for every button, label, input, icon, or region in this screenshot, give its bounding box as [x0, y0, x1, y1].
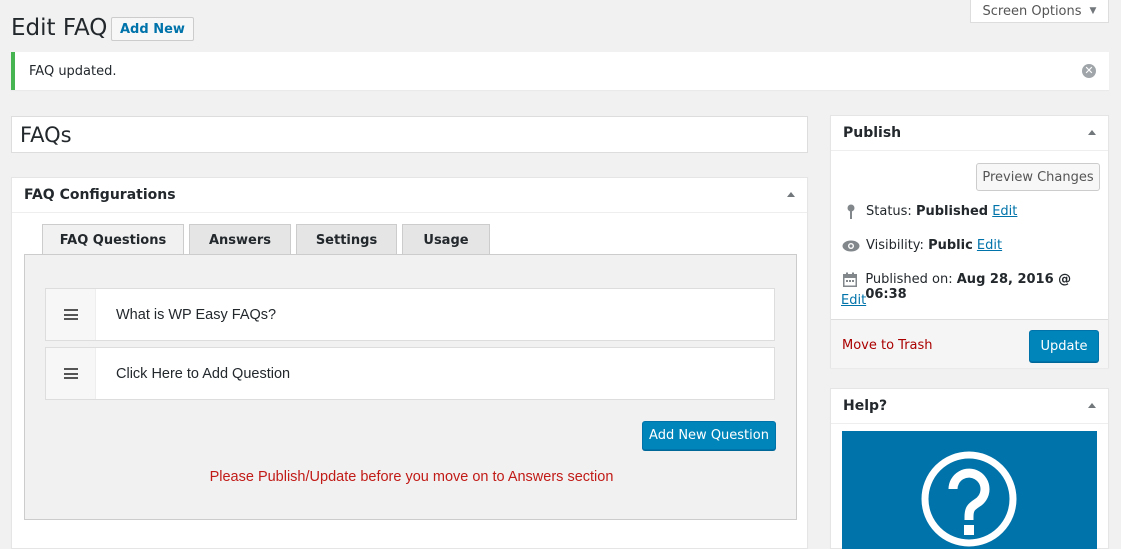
visibility-edit-link[interactable]: Edit: [977, 238, 1002, 253]
question-item[interactable]: Click Here to Add Question: [45, 347, 775, 400]
major-publishing-actions: Move to Trash Update: [831, 319, 1108, 368]
published-on-edit-link[interactable]: Edit: [841, 293, 866, 308]
tab-settings[interactable]: Settings: [296, 224, 397, 255]
update-button[interactable]: Update: [1029, 330, 1099, 362]
calendar-icon: [841, 272, 859, 288]
screen-options-label: Screen Options: [982, 3, 1082, 19]
success-notice: FAQ updated. ✕: [11, 52, 1109, 90]
add-new-question-button[interactable]: Add New Question: [642, 421, 776, 450]
preview-changes-button[interactable]: Preview Changes: [976, 163, 1100, 191]
drag-handle[interactable]: [46, 289, 96, 340]
visibility-row: Visibility: Public Edit: [841, 238, 1002, 254]
hamburger-icon: [63, 368, 78, 379]
collapse-arrow-icon[interactable]: [1088, 130, 1096, 135]
help-box: Help?: [830, 388, 1109, 549]
pin-icon: [841, 204, 860, 220]
post-title-input[interactable]: FAQs: [11, 116, 808, 153]
question-text: Click Here to Add Question: [116, 365, 291, 382]
dismiss-icon[interactable]: ✕: [1082, 64, 1096, 78]
collapse-arrow-icon[interactable]: [1088, 403, 1096, 408]
visibility-label: Visibility:: [866, 238, 924, 253]
tab-usage[interactable]: Usage: [402, 224, 490, 255]
question-item[interactable]: What is WP Easy FAQs?: [45, 288, 775, 341]
faq-tabs: FAQ Questions Answers Settings Usage: [42, 224, 490, 255]
faq-questions-panel: What is WP Easy FAQs? Click Here to Add …: [24, 254, 797, 520]
faq-configurations-title: FAQ Configurations: [24, 187, 176, 203]
notice-message: FAQ updated.: [29, 63, 117, 79]
published-on-label: Published on:: [865, 272, 953, 287]
help-banner-image[interactable]: [842, 431, 1097, 549]
move-to-trash-link[interactable]: Move to Trash: [842, 338, 933, 353]
publish-header[interactable]: Publish: [831, 116, 1108, 151]
status-row: Status: Published Edit: [841, 204, 1017, 220]
published-on-row: Published on: Aug 28, 2016 @ 06:38: [841, 272, 1108, 302]
eye-icon: [841, 238, 860, 254]
status-label: Status:: [866, 204, 912, 219]
tab-answers[interactable]: Answers: [189, 224, 291, 255]
question-mark-icon: [921, 451, 1017, 547]
hamburger-icon: [63, 309, 78, 320]
page-title: Edit FAQ: [11, 15, 108, 41]
publish-title: Publish: [843, 125, 902, 141]
status-edit-link[interactable]: Edit: [992, 204, 1017, 219]
drag-handle[interactable]: [46, 348, 96, 399]
visibility-value: Public: [928, 238, 973, 253]
screen-options-button[interactable]: Screen Options ▼: [970, 0, 1109, 23]
publish-warning-message: Please Publish/Update before you move on…: [209, 469, 614, 485]
status-value: Published: [915, 204, 989, 219]
add-new-button[interactable]: Add New: [111, 17, 194, 41]
help-header[interactable]: Help?: [831, 389, 1108, 424]
tab-faq-questions[interactable]: FAQ Questions: [42, 224, 184, 255]
caret-down-icon: ▼: [1089, 6, 1097, 16]
collapse-arrow-icon[interactable]: [787, 192, 795, 197]
question-text: What is WP Easy FAQs?: [116, 306, 277, 323]
help-title: Help?: [843, 398, 888, 414]
faq-configurations-box: FAQ Configurations FAQ Questions Answers…: [11, 177, 808, 549]
faq-configurations-header[interactable]: FAQ Configurations: [12, 178, 807, 213]
publish-box: Publish Preview Changes Status: Publishe…: [830, 115, 1109, 368]
